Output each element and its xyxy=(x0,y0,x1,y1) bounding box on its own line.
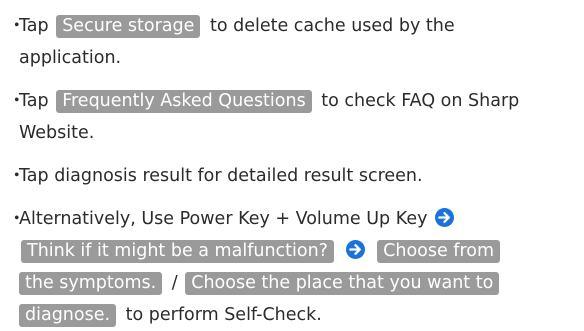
instruction-text xyxy=(338,241,344,261)
instruction-item: ・ Tap Frequently Asked Questions to check… xyxy=(0,85,576,149)
instruction-text: application. xyxy=(19,48,122,68)
instruction-text: to check FAQ on Sharp xyxy=(315,91,520,111)
ui-key-label: Think if it might be a malfunction? xyxy=(21,240,334,263)
arrow-right-icon xyxy=(435,208,455,227)
instruction-line: Website. xyxy=(19,117,576,149)
bullet-marker: ・ xyxy=(8,209,26,229)
instruction-list: ・ Tap Secure storage to delete cache used… xyxy=(0,10,576,331)
instruction-text xyxy=(370,241,376,261)
ui-key-label: Choose the place that you want to xyxy=(185,272,500,295)
instruction-text: to delete cache used by the xyxy=(204,16,455,36)
instruction-line: the symptoms. / Choose the place that yo… xyxy=(19,267,576,299)
instruction-text: Alternatively, Use Power Key + Volume Up… xyxy=(19,209,434,229)
instruction-line: Tap diagnosis result for detailed result… xyxy=(19,160,576,192)
instruction-item: ・ Tap diagnosis result for detailed resul… xyxy=(0,160,576,192)
ui-key-label: the symptoms. xyxy=(19,272,163,295)
bullet-marker: ・ xyxy=(8,16,26,36)
arrow-right-icon xyxy=(345,240,365,259)
instruction-item: ・ Alternatively, Use Power Key + Volume U… xyxy=(0,203,576,331)
instruction-line: Think if it might be a malfunction? Choo… xyxy=(19,235,576,267)
instruction-text: / xyxy=(166,273,184,293)
instruction-line: Tap Secure storage to delete cache used … xyxy=(19,10,576,42)
bullet-marker: ・ xyxy=(8,166,26,186)
ui-key-label: Choose from xyxy=(377,240,501,263)
instruction-line: Tap Frequently Asked Questions to check … xyxy=(19,85,576,117)
instruction-line: application. xyxy=(19,42,576,74)
instruction-line: Alternatively, Use Power Key + Volume Up… xyxy=(19,203,576,235)
instruction-item: ・ Tap Secure storage to delete cache used… xyxy=(0,10,576,74)
ui-key-label: Frequently Asked Questions xyxy=(56,90,312,113)
instruction-line: diagnose. to perform Self-Check. xyxy=(19,299,576,331)
ui-key-label: Secure storage xyxy=(56,15,201,38)
bullet-marker: ・ xyxy=(8,91,26,111)
instructions-page: ・ Tap Secure storage to delete cache used… xyxy=(0,0,584,327)
ui-key-label: diagnose. xyxy=(19,304,117,327)
instruction-text: to perform Self-Check. xyxy=(120,305,322,325)
instruction-text: Website. xyxy=(19,123,95,143)
instruction-text: Tap diagnosis result for detailed result… xyxy=(19,166,423,186)
